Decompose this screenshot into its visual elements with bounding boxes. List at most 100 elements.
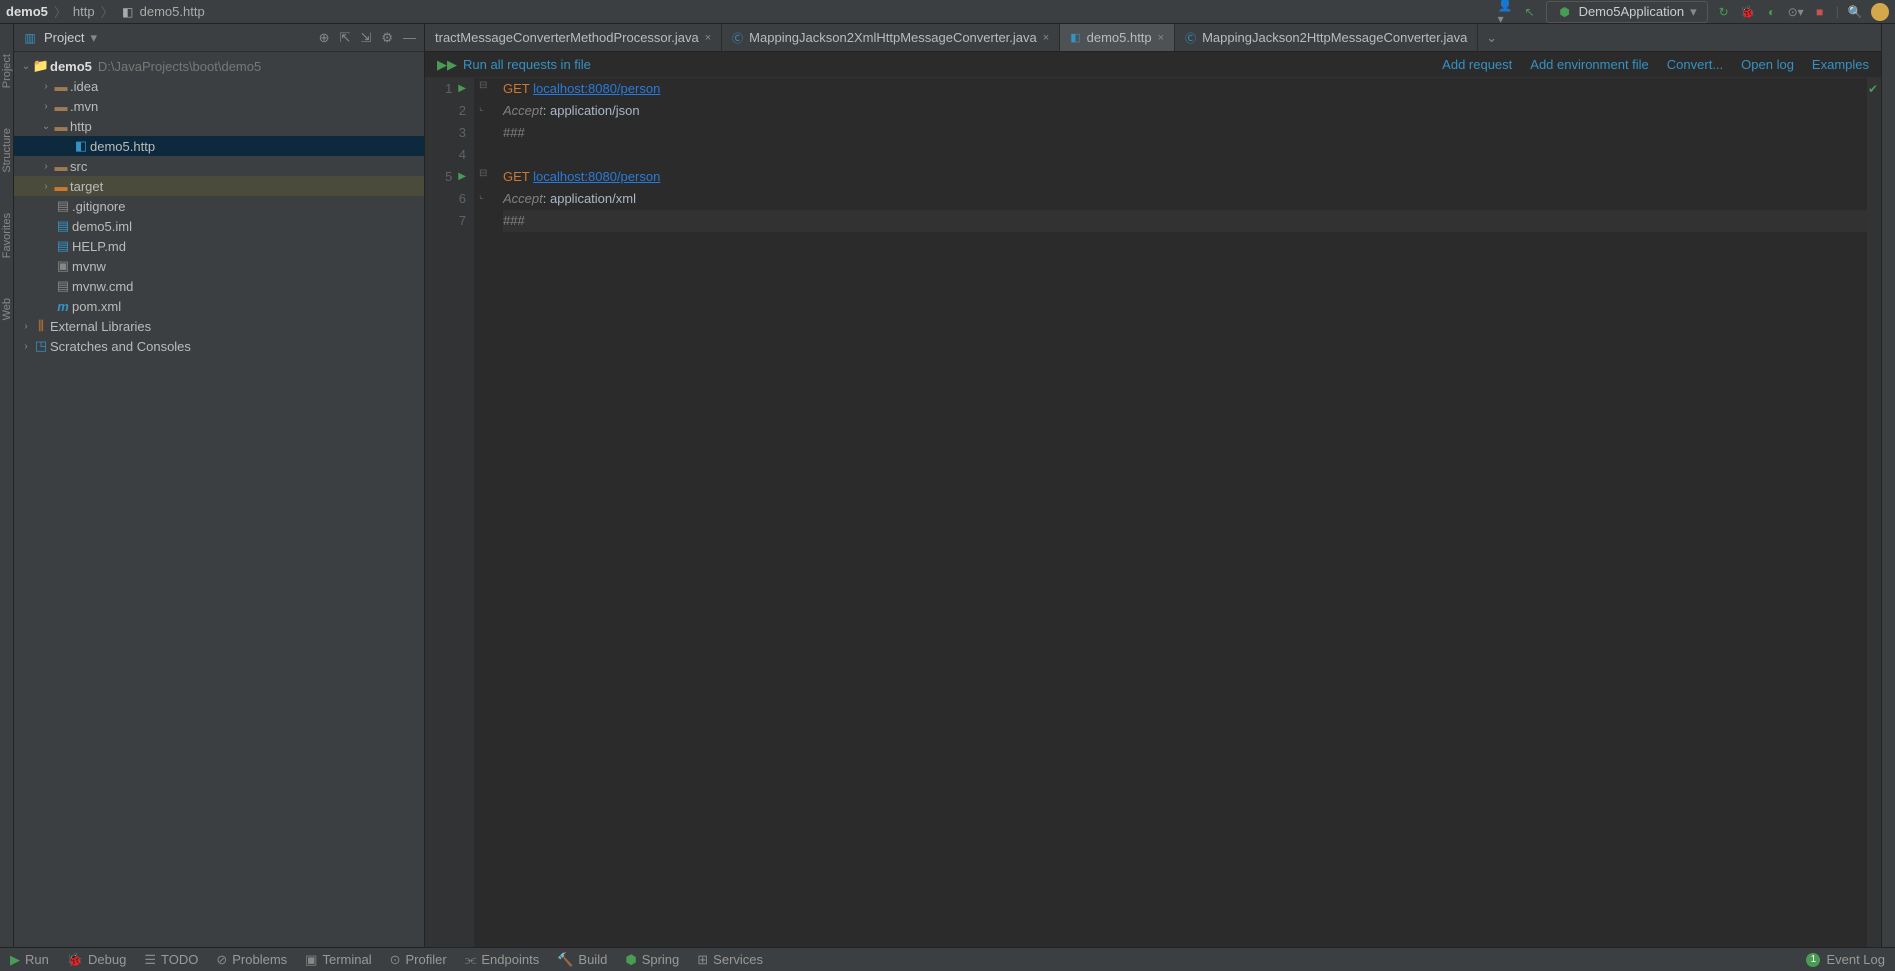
- project-panel-title[interactable]: Project: [44, 30, 84, 45]
- fold-icon[interactable]: ⊟: [479, 168, 487, 179]
- tree-src[interactable]: ›▬ src: [14, 156, 424, 176]
- dropdown-arrow-icon[interactable]: ▾: [90, 30, 97, 46]
- event-log-label: Event Log: [1826, 952, 1885, 967]
- play-icon: ▶: [10, 952, 20, 968]
- http-separator: ###: [503, 213, 525, 228]
- breadcrumb-sep-icon: 〉: [54, 2, 67, 21]
- expand-all-icon[interactable]: ⇱: [340, 30, 351, 46]
- tab-xml-converter[interactable]: Ⓒ MappingJackson2XmlHttpMessageConverter…: [722, 24, 1060, 52]
- avatar[interactable]: [1871, 3, 1889, 21]
- fold-end-icon[interactable]: ⌞: [479, 190, 484, 201]
- status-run[interactable]: ▶Run: [10, 952, 49, 968]
- status-spring[interactable]: ⬢Spring: [625, 952, 679, 968]
- run-all-requests-button[interactable]: ▶▶ Run all requests in file: [437, 57, 591, 73]
- status-terminal[interactable]: ▣Terminal: [305, 952, 371, 968]
- http-url: localhost:8080/person: [533, 81, 660, 96]
- code-editor[interactable]: 1▶ 2 3 4 5▶ 6 7 ⊟ ⌞ ⊟ ⌞ GET localhost:80…: [425, 78, 1881, 947]
- tree-label: demo5: [50, 59, 92, 74]
- tab-json-converter[interactable]: Ⓒ MappingJackson2HttpMessageConverter.ja…: [1175, 24, 1478, 52]
- tree-iml[interactable]: ▤ demo5.iml: [14, 216, 424, 236]
- tool-project-tab[interactable]: Project: [1, 54, 13, 88]
- status-endpoints[interactable]: ⫘Endpoints: [465, 952, 540, 968]
- tree-root[interactable]: ⌄📁 demo5 D:\JavaProjects\boot\demo5: [14, 56, 424, 76]
- status-profiler[interactable]: ⊙Profiler: [390, 952, 447, 968]
- line-number: 7: [459, 210, 466, 232]
- add-user-icon[interactable]: 👤▾: [1498, 4, 1514, 20]
- close-icon[interactable]: ×: [1158, 32, 1164, 44]
- tabs-overflow-icon[interactable]: ⌄: [1478, 30, 1505, 46]
- run-request-icon[interactable]: ▶: [458, 166, 466, 188]
- tree-mvnwcmd[interactable]: ▤ mvnw.cmd: [14, 276, 424, 296]
- tab-abstract-processor[interactable]: tractMessageConverterMethodProcessor.jav…: [425, 24, 722, 52]
- bug-icon: 🐞: [67, 952, 83, 968]
- tree-help[interactable]: ▤ HELP.md: [14, 236, 424, 256]
- tree-mvnw[interactable]: ▣ mvnw: [14, 256, 424, 276]
- tree-label: .gitignore: [72, 199, 125, 214]
- status-todo[interactable]: ☰TODO: [144, 952, 198, 968]
- add-request-link[interactable]: Add request: [1442, 57, 1512, 72]
- status-problems[interactable]: ⊘Problems: [216, 952, 287, 968]
- search-icon[interactable]: 🔍: [1847, 4, 1863, 20]
- tab-demo5-http[interactable]: ◧ demo5.http ×: [1060, 24, 1175, 52]
- tree-pom[interactable]: m pom.xml: [14, 296, 424, 316]
- close-icon[interactable]: ×: [1043, 32, 1049, 44]
- tree-label: demo5.http: [90, 139, 155, 154]
- project-tree[interactable]: ⌄📁 demo5 D:\JavaProjects\boot\demo5 ›▬ .…: [14, 52, 424, 947]
- collapse-all-icon[interactable]: ⇲: [360, 30, 371, 46]
- breadcrumb-file[interactable]: demo5.http: [140, 4, 205, 19]
- http-method: GET: [503, 81, 533, 96]
- code-content[interactable]: ⊟ ⌞ ⊟ ⌞ GET localhost:8080/person Accept…: [475, 78, 1867, 947]
- editor-tabs: tractMessageConverterMethodProcessor.jav…: [425, 24, 1881, 52]
- fold-end-icon[interactable]: ⌞: [479, 102, 484, 113]
- status-event-log[interactable]: 1 Event Log: [1806, 952, 1885, 967]
- tree-label: mvnw: [72, 259, 106, 274]
- open-log-link[interactable]: Open log: [1741, 57, 1794, 72]
- status-build[interactable]: 🔨Build: [557, 952, 607, 968]
- http-editor-toolbar: ▶▶ Run all requests in file Add request …: [425, 52, 1881, 78]
- tree-idea[interactable]: ›▬ .idea: [14, 76, 424, 96]
- inspection-ok-icon[interactable]: ✔: [1868, 82, 1878, 96]
- hammer-build-icon[interactable]: ↖: [1522, 4, 1538, 20]
- tree-http-file[interactable]: ◧ demo5.http: [14, 136, 424, 156]
- tree-external-libs[interactable]: ›⫼ External Libraries: [14, 316, 424, 336]
- tree-label: http: [70, 119, 92, 134]
- profile-icon[interactable]: ⊙▾: [1788, 4, 1804, 20]
- tree-http-folder[interactable]: ⌄▬ http: [14, 116, 424, 136]
- debug-icon[interactable]: 🐞: [1740, 4, 1756, 20]
- tool-structure-tab[interactable]: Structure: [1, 128, 13, 173]
- run-config-label: Demo5Application: [1579, 4, 1685, 19]
- status-debug[interactable]: 🐞Debug: [67, 952, 127, 968]
- hide-panel-icon[interactable]: —: [403, 30, 416, 46]
- stop-icon[interactable]: ■: [1812, 4, 1828, 20]
- tool-web-tab[interactable]: Web: [1, 298, 13, 320]
- fold-icon[interactable]: ⊟: [479, 80, 487, 91]
- http-file-icon: ◧: [120, 4, 136, 20]
- play-all-icon: ▶▶: [437, 57, 457, 73]
- tree-target[interactable]: ›▬ target: [14, 176, 424, 196]
- tree-mvn[interactable]: ›▬ .mvn: [14, 96, 424, 116]
- tree-label: src: [70, 159, 87, 174]
- tree-scratches[interactable]: ›◳ Scratches and Consoles: [14, 336, 424, 356]
- breadcrumb-root[interactable]: demo5: [6, 4, 48, 19]
- services-icon: ⊞: [697, 952, 708, 968]
- status-services[interactable]: ⊞Services: [697, 952, 763, 968]
- run-request-icon[interactable]: ▶: [458, 78, 466, 100]
- tool-favorites-tab[interactable]: Favorites: [1, 213, 13, 258]
- breadcrumb-folder[interactable]: http: [73, 4, 95, 19]
- tree-gitignore[interactable]: ▤ .gitignore: [14, 196, 424, 216]
- endpoints-icon: ⫘: [465, 952, 477, 968]
- locate-icon[interactable]: ⊕: [319, 30, 330, 46]
- tab-label: tractMessageConverterMethodProcessor.jav…: [435, 30, 699, 45]
- tree-label: External Libraries: [50, 319, 151, 334]
- run-configuration-dropdown[interactable]: ⬢ Demo5Application ▾: [1546, 1, 1708, 23]
- close-icon[interactable]: ×: [705, 32, 711, 44]
- tree-label: HELP.md: [72, 239, 126, 254]
- convert-link[interactable]: Convert...: [1667, 57, 1723, 72]
- right-tool-strip: [1881, 24, 1895, 947]
- left-tool-strip: Project Structure Favorites Web: [0, 24, 14, 947]
- settings-gear-icon[interactable]: ⚙: [381, 30, 393, 46]
- add-environment-link[interactable]: Add environment file: [1530, 57, 1649, 72]
- run-icon[interactable]: ↻: [1716, 4, 1732, 20]
- coverage-icon[interactable]: ◐: [1764, 4, 1780, 20]
- examples-link[interactable]: Examples: [1812, 57, 1869, 72]
